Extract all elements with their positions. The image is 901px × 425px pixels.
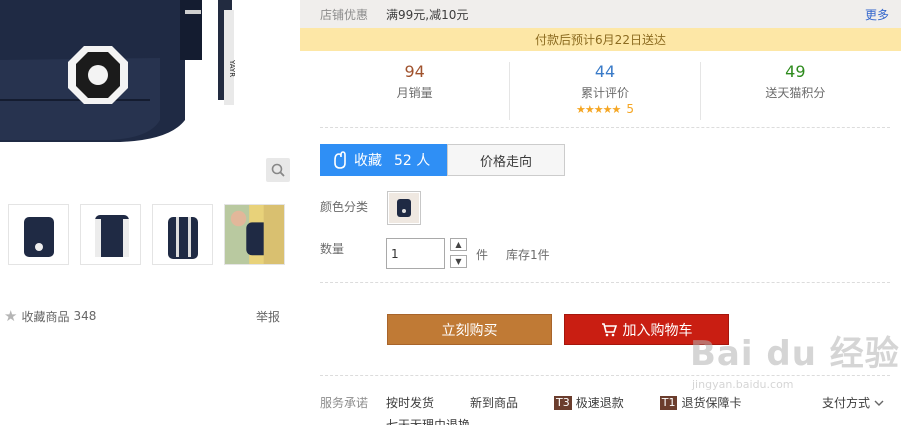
backpack-thumb-image	[167, 217, 198, 259]
monthly-sales-value: 94	[404, 62, 425, 81]
service-label: 服务承诺	[320, 396, 369, 410]
promo-more-link[interactable]: 更多	[865, 6, 889, 23]
model-thumb-image	[225, 205, 284, 264]
quantity-unit: 件	[476, 248, 489, 262]
favorite-product-link[interactable]: ★ 收藏商品 348	[4, 307, 96, 325]
stock-info: 库存1件	[506, 248, 550, 262]
chevron-down-icon: ▼	[455, 257, 462, 266]
points-value: 49	[785, 62, 806, 81]
favorite-button[interactable]: 收藏 52 人	[320, 144, 447, 176]
shop-promo-bar: 店铺优惠 满99元,减10元 更多	[300, 0, 901, 28]
stat-points: 49 送天猫积分	[701, 62, 890, 120]
service-item-text: 按时发货	[386, 396, 435, 410]
thumbnail-list	[8, 204, 285, 265]
chevron-up-icon: ▲	[455, 240, 462, 249]
promo-value: 满99元,减10元	[386, 7, 469, 22]
svg-text:YAYR: YAYR	[228, 59, 236, 77]
service-item[interactable]: T3 极速退款	[554, 394, 624, 411]
search-icon	[271, 163, 285, 177]
color-swatch-image	[397, 199, 411, 217]
star-icon: ★	[4, 307, 18, 325]
divider	[320, 282, 890, 283]
quantity-increase-button[interactable]: ▲	[450, 238, 467, 251]
points-label: 送天猫积分	[765, 86, 826, 100]
monthly-sales-label: 月销量	[396, 86, 433, 100]
thumbnail-3[interactable]	[152, 204, 213, 265]
service-item[interactable]: 新到商品	[470, 394, 518, 411]
color-option[interactable]	[387, 191, 421, 225]
watermark-url: jingyan.baidu.com	[692, 378, 794, 391]
divider	[320, 127, 890, 128]
color-label: 颜色分类	[320, 200, 369, 214]
stars-icon: ★★★★★	[576, 102, 621, 116]
service-tag: T3	[554, 395, 572, 410]
watermark-logo: Bai du 经验	[690, 334, 900, 374]
reviews-value: 44	[594, 62, 616, 81]
stat-reviews[interactable]: 44 累计评价 ★★★★★ 5	[510, 62, 701, 120]
favorite-row: ★ 收藏商品 348 举报	[4, 307, 280, 325]
promo-label: 店铺优惠	[320, 7, 369, 22]
backpack-thumb-image	[23, 217, 54, 257]
add-to-cart-label: 加入购物车	[622, 322, 693, 339]
cart-icon	[601, 322, 617, 336]
favorite-product-label: 收藏商品	[21, 309, 70, 324]
backpack-image: YAYR	[0, 0, 292, 190]
thumbnail-4[interactable]	[224, 204, 285, 265]
service-item[interactable]: 按时发货	[386, 394, 434, 411]
reviews-label: 累计评价	[580, 86, 629, 100]
thumbnail-2[interactable]	[80, 204, 141, 265]
hand-icon	[334, 151, 346, 169]
favorite-button-label: 收藏	[354, 153, 382, 169]
zoom-button[interactable]	[266, 158, 290, 182]
stats-panel: 94 月销量 44 累计评价 ★★★★★ 5 49 送天猫积分	[320, 62, 890, 120]
service-tag: T1	[659, 395, 678, 410]
delivery-estimate: 付款后预计6月22日送达	[300, 28, 901, 51]
price-trend-button[interactable]: 价格走向	[447, 144, 565, 176]
rating-score: 5	[626, 102, 634, 116]
buy-now-button[interactable]: 立刻购买	[387, 314, 552, 345]
report-link[interactable]: 举报	[256, 308, 280, 325]
quantity-decrease-button[interactable]: ▼	[450, 255, 467, 268]
favorite-button-count: 52 人	[394, 153, 431, 169]
favorite-product-count: 348	[73, 309, 97, 323]
service-item-text: 极速退款	[575, 396, 624, 410]
service-extra: 七天无理由退换	[386, 418, 471, 425]
service-item-text: 新到商品	[470, 396, 519, 410]
product-main-image: YAYR	[0, 0, 292, 190]
watermark: Bai du 经验 jingyan.baidu.com	[690, 326, 900, 398]
chevron-down-icon	[874, 400, 884, 406]
thumbnail-1[interactable]	[8, 204, 69, 265]
stat-monthly-sales: 94 月销量	[320, 62, 511, 120]
quantity-input[interactable]	[386, 238, 445, 269]
quantity-label: 数量	[320, 242, 345, 256]
rating-stars: ★★★★★ 5	[576, 102, 634, 116]
backpack-thumb-image	[95, 215, 129, 257]
